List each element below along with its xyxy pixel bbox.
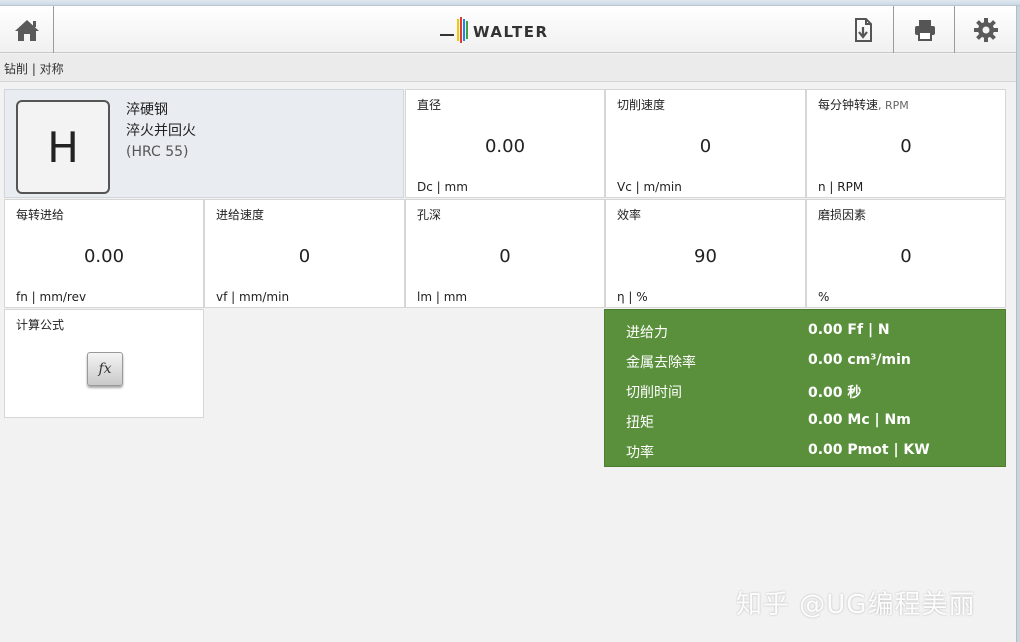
rpm-value: 0 bbox=[900, 136, 912, 157]
home-icon bbox=[14, 19, 39, 41]
formula-button[interactable]: fx bbox=[87, 352, 123, 386]
breadcrumb-bar: 钻削 | 对称 bbox=[0, 54, 1016, 82]
result-row: 扭矩 0.00 Mc | Nm bbox=[605, 406, 1005, 436]
material-tile[interactable]: H 淬硬钢 淬火并回火 (HRC 55) bbox=[4, 89, 404, 198]
gear-icon bbox=[974, 17, 998, 42]
efficiency-value: 90 bbox=[694, 246, 717, 267]
material-group-letter: H bbox=[16, 100, 110, 194]
torque-value: 0.00 Mc | Nm bbox=[808, 412, 911, 428]
feed-force-value: 0.00 Ff | N bbox=[808, 322, 890, 338]
home-button[interactable] bbox=[0, 6, 54, 53]
feed-rate-unit: vf | mm/min bbox=[216, 290, 290, 304]
result-row: 功率 0.00 Pmot | KW bbox=[605, 436, 1005, 466]
rpm-tile[interactable]: 每分钟转速, RPM 0 n | RPM bbox=[806, 89, 1006, 198]
feed-rate-label: 进给速度 bbox=[216, 208, 265, 222]
print-button[interactable] bbox=[895, 6, 955, 53]
cutting-time-label: 切削时间 bbox=[626, 385, 682, 401]
power-value: 0.00 Pmot | KW bbox=[808, 442, 930, 458]
walter-logo: WALTER bbox=[440, 16, 560, 44]
cutting-speed-label: 切削速度 bbox=[617, 98, 666, 112]
cutting-speed-value: 0 bbox=[699, 136, 712, 157]
feed-per-rev-label: 每转进给 bbox=[16, 208, 65, 222]
cutting-speed-unit: Vc | m/min bbox=[617, 180, 682, 194]
result-row: 进给力 0.00 Ff | N bbox=[605, 316, 1005, 346]
material-name: 淬硬钢 bbox=[126, 102, 168, 118]
feed-force-label: 进给力 bbox=[626, 325, 668, 341]
feed-per-rev-value: 0.00 bbox=[83, 246, 125, 267]
feed-per-rev-unit: fn | mm/rev bbox=[16, 290, 87, 304]
diameter-tile[interactable]: 直径 0.00 Dc | mm bbox=[405, 89, 605, 198]
logo-text: WALTER bbox=[473, 23, 549, 41]
logo-bar-green bbox=[466, 21, 468, 39]
material-description: 淬硬钢 淬火并回火 (HRC 55) bbox=[126, 100, 196, 163]
results-panel: 进给力 0.00 Ff | N 金属去除率 0.00 cm³/min 切削时间 … bbox=[604, 309, 1006, 467]
rpm-unit: n | RPM bbox=[818, 180, 864, 194]
watermark: 知乎 @UG编程美丽 bbox=[736, 590, 976, 620]
cutting-time-value: 0.00 秒 bbox=[808, 385, 862, 401]
wear-factor-value: 0 bbox=[900, 246, 912, 267]
torque-label: 扭矩 bbox=[626, 415, 654, 431]
power-label: 功率 bbox=[626, 445, 654, 461]
result-row: 金属去除率 0.00 cm³/min bbox=[605, 346, 1005, 376]
feed-rate-value: 0 bbox=[298, 246, 311, 267]
material-hardness: (HRC 55) bbox=[126, 144, 189, 160]
export-button[interactable] bbox=[836, 6, 894, 53]
result-row: 切削时间 0.00 秒 bbox=[605, 376, 1005, 406]
rpm-label: 每分钟转速 bbox=[818, 98, 879, 112]
metal-removal-value: 0.00 cm³/min bbox=[808, 352, 911, 368]
cutting-speed-tile[interactable]: 切削速度 0 Vc | m/min bbox=[605, 89, 806, 198]
app-header: WALTER bbox=[0, 6, 1016, 53]
hole-depth-value: 0 bbox=[499, 246, 511, 267]
logo-bar-yellow bbox=[457, 19, 459, 41]
file-export-icon bbox=[854, 17, 872, 42]
hole-depth-tile[interactable]: 孔深 0 lm | mm bbox=[405, 199, 605, 308]
feed-rate-tile[interactable]: 进给速度 0 vf | mm/min bbox=[204, 199, 405, 308]
efficiency-unit: η | % bbox=[617, 290, 648, 304]
diameter-label: 直径 bbox=[417, 98, 442, 112]
hole-depth-unit: lm | mm bbox=[417, 290, 468, 304]
metal-removal-label: 金属去除率 bbox=[626, 355, 696, 371]
printer-icon bbox=[914, 19, 935, 41]
feed-per-rev-tile[interactable]: 每转进给 0.00 fn | mm/rev bbox=[4, 199, 204, 308]
window-right-border bbox=[1016, 6, 1020, 642]
diameter-unit: Dc | mm bbox=[417, 180, 468, 194]
efficiency-tile[interactable]: 效率 90 η | % bbox=[605, 199, 806, 308]
material-treatment: 淬火并回火 bbox=[126, 123, 196, 139]
wear-factor-unit: % bbox=[818, 290, 830, 304]
fx-icon: fx bbox=[98, 361, 112, 377]
formula-label: 计算公式 bbox=[16, 318, 65, 332]
settings-button[interactable] bbox=[956, 6, 1016, 53]
logo-dash bbox=[440, 34, 454, 36]
logo-bar-blue bbox=[463, 19, 465, 41]
efficiency-label: 效率 bbox=[617, 208, 642, 222]
rpm-label-wrap: 每分钟转速, RPM bbox=[818, 96, 909, 113]
wear-factor-tile[interactable]: 磨损因素 0 % bbox=[806, 199, 1006, 308]
diameter-value: 0.00 bbox=[484, 136, 526, 157]
wear-factor-label: 磨损因素 bbox=[818, 208, 867, 222]
rpm-label-sub: , RPM bbox=[878, 99, 909, 112]
hole-depth-label: 孔深 bbox=[417, 208, 442, 222]
breadcrumb[interactable]: 钻削 | 对称 bbox=[4, 60, 64, 77]
formula-tile: 计算公式 fx bbox=[4, 309, 204, 418]
logo-bar-red bbox=[460, 17, 462, 43]
